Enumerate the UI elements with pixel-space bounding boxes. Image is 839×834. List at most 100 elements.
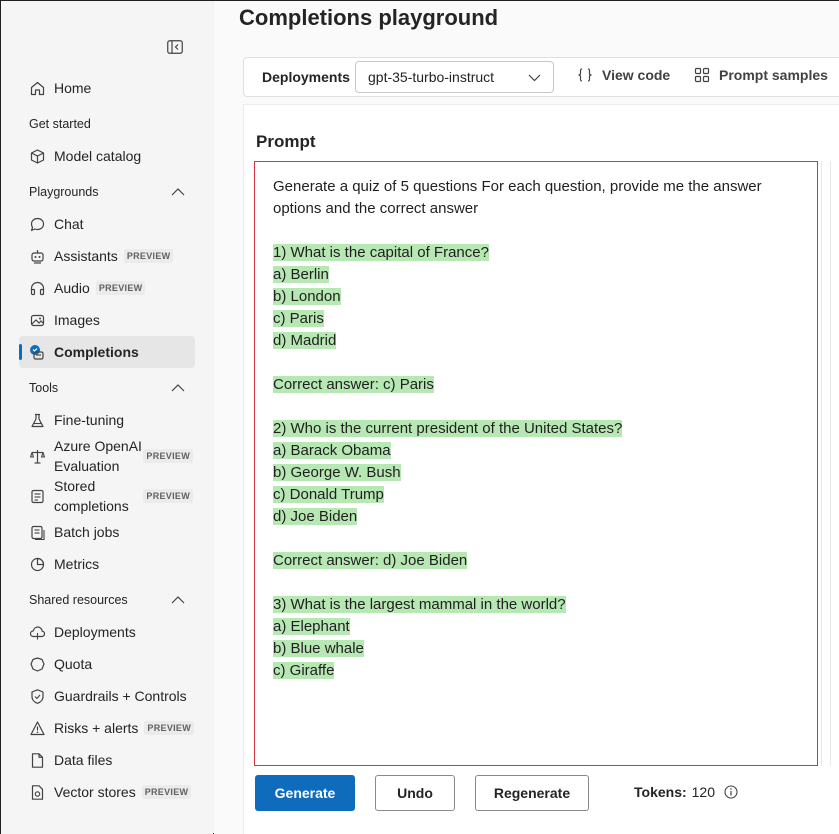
deployments-label: Deployments <box>262 69 350 85</box>
quota-icon <box>28 655 46 673</box>
prompt-line: b) London <box>273 286 803 308</box>
home-icon <box>28 79 46 97</box>
sidebar-item-azure-openai-evaluation[interactable]: Azure OpenAI Evaluation PREVIEW <box>19 436 195 476</box>
view-code-button[interactable]: View code <box>577 67 670 83</box>
prompt-line-text: c) Paris <box>273 310 324 327</box>
prompt-line: 1) What is the capital of France? <box>273 242 803 264</box>
image-icon <box>28 311 46 329</box>
prompt-line: b) George W. Bush <box>273 462 803 484</box>
cube-icon <box>28 147 46 165</box>
chevron-up-icon[interactable] <box>171 185 185 199</box>
sidebar-item-metrics[interactable]: Metrics <box>19 548 195 580</box>
prompt-heading: Prompt <box>256 132 316 151</box>
preview-badge: PREVIEW <box>143 449 193 463</box>
chevron-up-icon[interactable] <box>171 593 185 607</box>
sidebar-item-data-files[interactable]: Data files <box>19 744 195 776</box>
prompt-line-text: Correct answer: d) Joe Biden <box>273 552 468 569</box>
code-braces-icon <box>577 67 593 83</box>
sidebar-item-audio[interactable]: Audio PREVIEW <box>19 272 195 304</box>
sidebar-item-label: Model catalog <box>54 148 142 164</box>
tokens-counter: Tokens: 120 <box>634 784 738 800</box>
preview-badge: PREVIEW <box>123 249 174 263</box>
prompt-line-text: a) Berlin <box>273 266 329 283</box>
prompt-line-text: b) London <box>273 288 341 305</box>
sidebar-item-assistants[interactable]: Assistants PREVIEW <box>19 240 195 272</box>
prompt-line-text: d) Joe Biden <box>273 508 358 525</box>
page-title: Completions playground <box>239 5 499 30</box>
prompt-line: c) Donald Trump <box>273 484 803 506</box>
vector-store-icon <box>28 783 46 801</box>
prompt-textarea[interactable]: Generate a quiz of 5 questions For each … <box>254 161 818 766</box>
batch-jobs-icon <box>28 523 46 541</box>
section-label: Get started <box>29 117 91 131</box>
undo-button[interactable]: Undo <box>375 775 455 811</box>
sidebar-item-risks-alerts[interactable]: Risks + alerts PREVIEW <box>19 712 195 744</box>
sidebar-item-label: Chat <box>54 216 84 232</box>
document-icon <box>28 751 46 769</box>
prompt-line-text: 1) What is the capital of France? <box>273 244 489 261</box>
prompt-line-text: c) Giraffe <box>273 662 335 679</box>
sidebar-item-vector-stores[interactable]: Vector stores PREVIEW <box>19 776 195 808</box>
flask-icon <box>28 411 46 429</box>
headset-icon <box>28 279 46 297</box>
section-label: Shared resources <box>29 593 128 607</box>
prompt-line: c) Paris <box>273 308 803 330</box>
deployment-selected-value: gpt-35-turbo-instruct <box>368 69 495 85</box>
sidebar-item-completions[interactable]: Completions <box>19 336 195 368</box>
sidebar-item-model-catalog[interactable]: Model catalog <box>19 140 195 172</box>
section-label: Tools <box>29 381 59 395</box>
prompt-line: d) Madrid <box>273 330 803 352</box>
regenerate-button[interactable]: Regenerate <box>475 775 589 811</box>
shield-icon <box>28 687 46 705</box>
prompt-line <box>273 572 803 594</box>
section-shared-resources: Shared resources <box>29 593 185 607</box>
chat-icon <box>28 215 46 233</box>
sidebar-item-images[interactable]: Images <box>19 304 195 336</box>
generate-button[interactable]: Generate <box>255 775 355 811</box>
sidebar-item-guardrails[interactable]: Guardrails + Controls <box>19 680 195 712</box>
sidebar-item-label: Batch jobs <box>54 524 120 540</box>
stored-completions-icon <box>28 487 46 505</box>
sidebar-item-fine-tuning[interactable]: Fine-tuning <box>19 404 195 436</box>
prompt-line: Generate a quiz of 5 questions For each … <box>273 176 803 220</box>
section-get-started: Get started <box>29 117 185 131</box>
scrollbar[interactable] <box>821 161 831 766</box>
tokens-value: 120 <box>691 784 715 800</box>
view-code-label: View code <box>602 67 671 83</box>
grid-icon <box>694 67 710 83</box>
tokens-label: Tokens: <box>634 784 687 800</box>
sidebar-item-deployments[interactable]: Deployments <box>19 616 195 648</box>
prompt-line: 2) Who is the current president of the U… <box>273 418 803 440</box>
sidebar-item-label: Azure OpenAI Evaluation <box>54 438 142 474</box>
sidebar-item-chat[interactable]: Chat <box>19 208 195 240</box>
sidebar-item-label: Audio <box>54 280 90 296</box>
alert-icon <box>28 719 46 737</box>
sidebar-item-batch-jobs[interactable]: Batch jobs <box>19 516 195 548</box>
robot-icon <box>28 247 46 265</box>
sidebar-item-label: Stored completions <box>54 478 129 514</box>
prompt-line: a) Barack Obama <box>273 440 803 462</box>
prompt-line-text: Correct answer: c) Paris <box>273 376 434 393</box>
prompt-line: Correct answer: c) Paris <box>273 374 803 396</box>
chevron-up-icon[interactable] <box>171 381 185 395</box>
info-icon[interactable] <box>724 785 738 799</box>
prompt-line: Correct answer: d) Joe Biden <box>273 550 803 572</box>
prompt-line-text: Generate a quiz of 5 questions For each … <box>273 178 762 217</box>
sidebar: Home Get started Model catalog Playgroun… <box>1 1 213 834</box>
completions-icon <box>28 343 46 361</box>
main-content: Completions playground Deployments gpt-3… <box>214 1 839 834</box>
sidebar-item-label: Vector stores <box>54 784 136 800</box>
sidebar-item-label: Guardrails + Controls <box>54 688 187 704</box>
prompt-samples-button[interactable]: Prompt samples <box>694 67 828 83</box>
sidebar-item-label: Risks + alerts <box>54 720 139 736</box>
deployment-dropdown[interactable]: gpt-35-turbo-instruct <box>355 61 554 93</box>
prompt-line <box>273 220 803 242</box>
prompt-line: a) Berlin <box>273 264 803 286</box>
sidebar-item-home[interactable]: Home <box>19 72 195 104</box>
prompt-samples-label: Prompt samples <box>719 67 828 83</box>
sidebar-item-quota[interactable]: Quota <box>19 648 195 680</box>
sidebar-item-stored-completions[interactable]: Stored completions PREVIEW <box>19 476 195 516</box>
cloud-icon <box>28 623 46 641</box>
collapse-sidebar-icon[interactable] <box>165 38 185 56</box>
prompt-line-text: a) Elephant <box>273 618 350 635</box>
